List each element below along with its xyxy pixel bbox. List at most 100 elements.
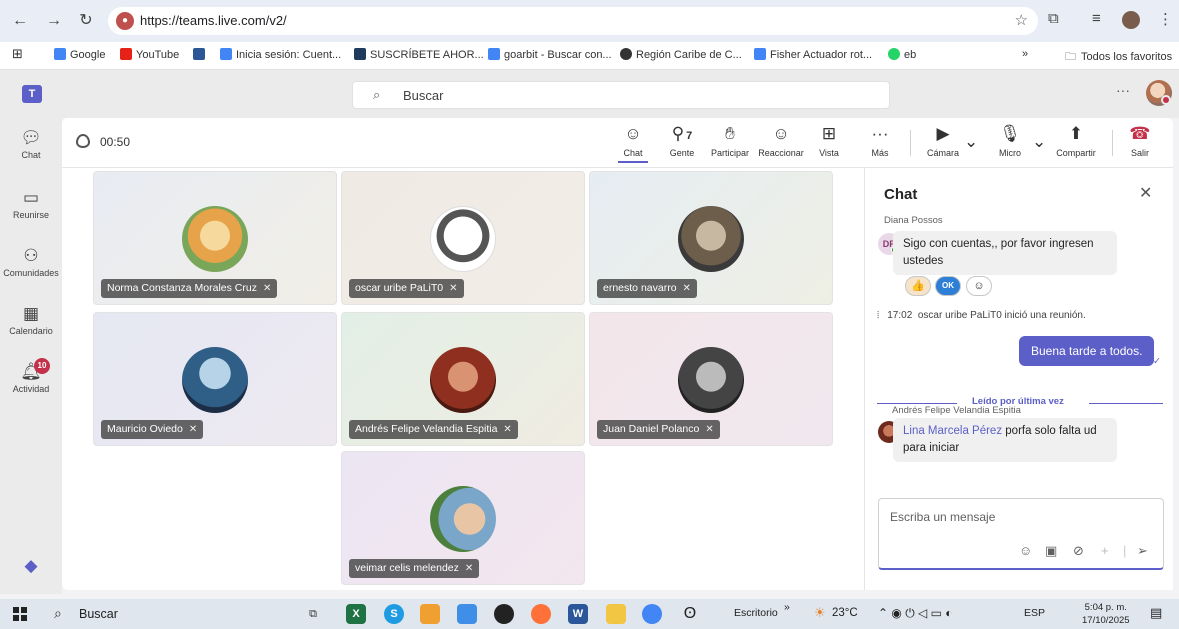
camera-options-chevron-icon[interactable]: ⌄ [964, 130, 978, 154]
toolbar-view-button[interactable]: ⊞ Vista [814, 122, 844, 158]
apps-grid-icon[interactable]: ⊞ [12, 46, 23, 62]
profile-avatar[interactable] [1122, 11, 1140, 29]
toolbar-react-button[interactable]: ☺ Reaccionar [756, 122, 806, 158]
rail-item-reunirse[interactable]: ▭ Reunirse [0, 188, 62, 220]
mic-muted-icon: ✕︎ [503, 424, 512, 435]
excel-app-icon[interactable]: X [346, 604, 366, 624]
language-indicator[interactable]: ESP [1024, 607, 1045, 619]
participant-tile[interactable]: oscar uribe PaLiT0 ✕︎ [341, 171, 585, 305]
participant-tile[interactable]: Mauricio Oviedo ✕︎ [93, 312, 337, 446]
toolbar-share-button[interactable]: ⬆︎ Compartir [1052, 122, 1100, 158]
participant-name: ernesto navarro ✕︎ [597, 279, 697, 298]
github-app-icon[interactable] [494, 604, 514, 624]
people-icon: ⚲ [671, 124, 685, 143]
toolbar-people-button[interactable]: ⚲ 7 Gente [662, 122, 702, 158]
message-compose-box[interactable]: Escriba un mensaje ☺ ▣ ⊘ + | ➢ [878, 498, 1164, 570]
extensions-icon[interactable]: ⧉ [1048, 10, 1059, 27]
forward-icon[interactable]: → [44, 11, 64, 31]
site-info-icon[interactable]: ● [116, 12, 134, 30]
task-view-icon[interactable]: ⧉ [303, 604, 323, 624]
rail-item-comunidades[interactable]: ⚇ Comunidades [0, 246, 62, 278]
skype-app-icon[interactable]: S [384, 604, 404, 624]
compose-placeholder: Escriba un mensaje [890, 510, 996, 524]
participant-avatar [182, 206, 248, 272]
participant-tile[interactable]: Norma Constanza Morales Cruz ✕︎ [93, 171, 337, 305]
bookmark-google[interactable]: Google [54, 48, 105, 61]
sticker-icon[interactable]: ▣ [1045, 543, 1057, 559]
bookmark-goarbit[interactable]: goarbit - Buscar con... [488, 48, 612, 61]
hang-up-icon: ☎︎ [1129, 124, 1151, 143]
bookmark-fisher[interactable]: Fisher Actuador rot... [754, 48, 872, 61]
back-icon[interactable]: ← [10, 11, 30, 31]
toolbar-mic-button[interactable]: 🎙︎ Micro [994, 122, 1026, 158]
all-favorites[interactable]: 🗀 Todos los favoritos [1065, 48, 1172, 67]
weather-temp[interactable]: 23°C [832, 607, 858, 619]
rail-item-chat[interactable]: 💬︎ Chat [0, 128, 62, 160]
toolbar-camera-button[interactable]: ▶︎ Cámara [924, 122, 962, 158]
teams-search[interactable]: ⌕ Buscar [352, 81, 890, 109]
emoji-icon[interactable]: ☺ [1019, 543, 1032, 558]
more-bookmarks-icon[interactable]: » [1022, 48, 1028, 60]
app-icon[interactable]: ʘ [680, 604, 700, 624]
mic-options-chevron-icon[interactable]: ⌄ [1032, 130, 1046, 154]
rail-item-actividad[interactable]: 🔔︎ 10 Actividad [0, 358, 62, 394]
taskbar-search[interactable]: Buscar [79, 607, 118, 621]
reload-icon[interactable]: ↻ [76, 11, 96, 31]
firefox-app-icon[interactable] [531, 604, 551, 624]
chat-message: Sigo con cuentas,, por favor ingresen us… [893, 231, 1117, 275]
desktop-toolbar[interactable]: Escritorio [734, 607, 778, 619]
copilot-app-icon[interactable] [457, 604, 477, 624]
more-options-icon[interactable]: ··· [1116, 82, 1130, 98]
sent-check-icon: ✓ [1153, 356, 1161, 367]
activity-badge: 10 [34, 358, 50, 374]
participant-tile[interactable]: Andrés Felipe Velandia Espitia ✕︎ [341, 312, 585, 446]
chrome-app-icon[interactable] [642, 604, 662, 624]
toolbar-leave-button[interactable]: ☎︎ Salir [1126, 122, 1154, 158]
toolbar-divider [910, 130, 911, 156]
reaction-thumbs-up[interactable]: 👍 [905, 276, 931, 296]
participant-avatar [430, 486, 496, 552]
participant-name: Norma Constanza Morales Cruz ✕︎ [101, 279, 278, 298]
windows-start-icon[interactable] [13, 607, 27, 621]
notifications-icon[interactable]: ▤ [1150, 605, 1162, 621]
camera-icon: ▭ [22, 188, 40, 207]
system-tray-icons[interactable]: ⌃ ◉ ⏻ ◁ ▭ ◐ [878, 606, 953, 621]
participant-tile[interactable]: Juan Daniel Polanco ✕︎ [589, 312, 833, 446]
bookmark-login[interactable]: Inicia sesión: Cuent... [220, 48, 341, 61]
bookmark-folder[interactable] [193, 48, 209, 61]
reading-list-icon[interactable]: ≡ [1092, 10, 1101, 27]
attach-icon[interactable]: ⊘ [1073, 543, 1084, 559]
share-icon: ⬆︎ [1068, 124, 1084, 143]
plus-icon[interactable]: + [1101, 543, 1109, 558]
participant-name: Juan Daniel Polanco ✕︎ [597, 420, 720, 439]
toolbar-chat-button[interactable]: ☺ Chat [618, 122, 648, 163]
add-reaction-icon[interactable]: ☺ [966, 276, 992, 296]
toolbar-more-button[interactable]: ··· Más [866, 122, 894, 158]
mic-muted-icon: ✕︎ [705, 424, 714, 435]
people-count: 7 [686, 130, 693, 142]
bookmark-star-icon[interactable]: ☆ [1015, 11, 1028, 29]
bookmark-region-caribe[interactable]: Región Caribe de C... [620, 48, 742, 61]
bookmark-suscribete[interactable]: SUSCRÍBETE AHOR... [354, 48, 484, 61]
participant-tile[interactable]: veimar celis melendez ✕︎ [341, 451, 585, 585]
menu-dots-icon[interactable]: ⋮ [1158, 10, 1173, 28]
file-explorer-icon[interactable] [606, 604, 626, 624]
clock[interactable]: 5:04 p. m. 17/10/2025 [1082, 601, 1130, 627]
status-indicator [1161, 95, 1171, 105]
send-icon[interactable]: ➢ [1137, 543, 1148, 559]
participant-name: Andrés Felipe Velandia Espitia ✕︎ [349, 420, 518, 439]
reaction-ok[interactable]: OK [935, 276, 961, 296]
bookmark-eb[interactable]: eb [888, 48, 916, 61]
rail-item-calendario[interactable]: ▦ Calendario [0, 304, 62, 336]
chevron-icon[interactable]: » [784, 601, 790, 613]
premium-diamond-icon[interactable]: ◆ [0, 556, 62, 576]
toolbar-raise-hand-button[interactable]: ✋︎ Participar [708, 122, 752, 158]
address-bar[interactable]: ● https://teams.live.com/v2/ ☆ [108, 7, 1038, 35]
participant-avatar [430, 206, 496, 272]
close-icon[interactable]: ✕ [1139, 183, 1152, 203]
bookmark-youtube[interactable]: YouTube [120, 48, 179, 61]
app-icon[interactable] [420, 604, 440, 624]
participant-tile[interactable]: ernesto navarro ✕︎ [589, 171, 833, 305]
system-message: ⦙ 17:02 oscar uribe PaLiT0 inició una reu… [877, 310, 1086, 321]
word-app-icon[interactable]: W [568, 604, 588, 624]
